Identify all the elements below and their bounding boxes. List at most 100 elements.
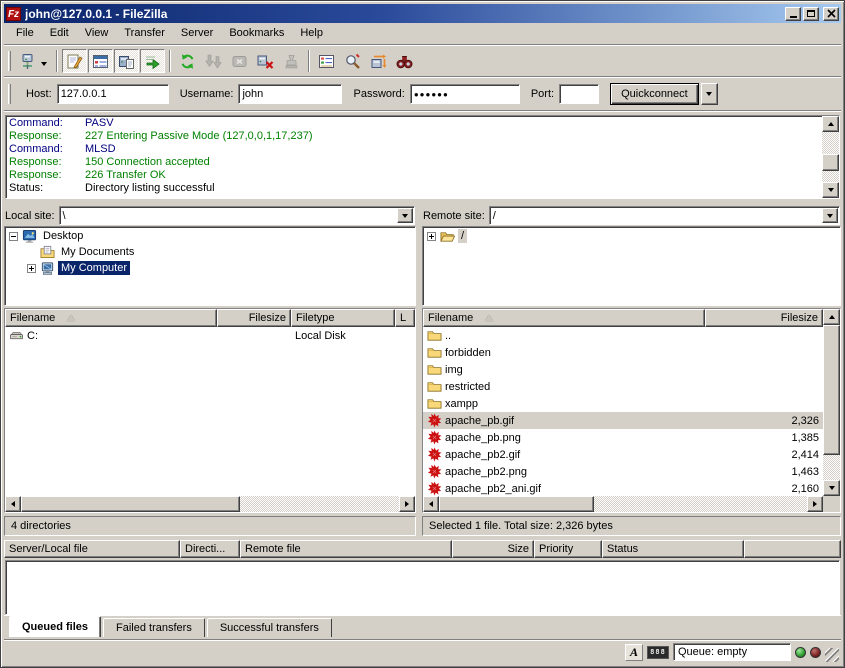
maximize-button[interactable] — [803, 7, 819, 21]
queue-body[interactable] — [5, 560, 840, 615]
window-title: john@127.0.0.1 - FileZilla — [25, 7, 785, 21]
resize-grip[interactable] — [825, 648, 839, 662]
scroll-down-button[interactable] — [823, 480, 840, 496]
file-row-apache-pb2-png[interactable]: apache_pb2.png1,463 — [423, 463, 823, 480]
scrollbar-thumb[interactable] — [21, 496, 240, 512]
close-button[interactable] — [823, 7, 839, 21]
menu-help[interactable]: Help — [292, 25, 331, 41]
column-header-filename[interactable]: Filename — [423, 309, 705, 327]
menu-bookmarks[interactable]: Bookmarks — [221, 25, 292, 41]
drive-icon — [9, 328, 24, 343]
file-row-restricted[interactable]: restricted — [423, 378, 823, 395]
local-site-dropdown-button[interactable] — [397, 208, 413, 223]
quickconnect-dropdown-button[interactable] — [701, 83, 718, 105]
file-row-item[interactable]: .. — [423, 327, 823, 344]
column-header-size[interactable]: Size — [452, 540, 534, 558]
file-row-img[interactable]: img — [423, 361, 823, 378]
toggle-message-log-button[interactable] — [62, 49, 87, 73]
column-header-filesize[interactable]: Filesize — [705, 309, 823, 327]
column-header-l[interactable]: L — [395, 309, 415, 327]
username-input[interactable] — [238, 84, 342, 104]
column-header-server-local-file[interactable]: Server/Local file — [4, 540, 180, 558]
menu-server[interactable]: Server — [173, 25, 221, 41]
tree-item-desktop[interactable]: Desktop — [5, 228, 415, 244]
verify-button[interactable] — [279, 49, 304, 73]
file-row-c[interactable]: C:Local Disk — [5, 327, 415, 344]
cancel-operation-button[interactable] — [227, 49, 252, 73]
plus-box-icon[interactable] — [427, 232, 436, 241]
column-header-filetype[interactable]: Filetype — [291, 309, 395, 327]
remote-site-dropdown-button[interactable] — [822, 208, 838, 223]
column-header-label: Size — [508, 543, 529, 555]
filter-button[interactable] — [314, 49, 339, 73]
scroll-down-button[interactable] — [822, 182, 839, 198]
file-row-apache-pb-gif[interactable]: apache_pb.gif2,326 — [423, 412, 823, 429]
synchronize-button[interactable] — [366, 49, 391, 73]
host-input[interactable] — [57, 84, 169, 104]
menu-edit[interactable]: Edit — [42, 25, 77, 41]
plus-box-icon[interactable] — [27, 264, 36, 273]
local-status-text: 4 directories — [4, 516, 416, 536]
compare-directories-button[interactable] — [392, 49, 417, 73]
scroll-left-button[interactable] — [5, 496, 21, 512]
file-row-apache-pb2-ani-gif[interactable]: apache_pb2_ani.gif2,160 — [423, 480, 823, 496]
scrollbar-thumb[interactable] — [823, 325, 840, 455]
file-row-apache-pb2-gif[interactable]: apache_pb2.gif2,414 — [423, 446, 823, 463]
column-header-remote-file[interactable]: Remote file — [240, 540, 452, 558]
site-manager-button[interactable] — [16, 49, 52, 73]
tab-failed-transfers[interactable]: Failed transfers — [103, 618, 205, 637]
chevron-down-icon[interactable] — [39, 54, 49, 69]
menu-transfer[interactable]: Transfer — [116, 25, 173, 41]
quickconnect-button[interactable]: Quickconnect — [610, 83, 699, 105]
password-input[interactable] — [410, 84, 520, 104]
tab-queued-files[interactable]: Queued files — [9, 616, 101, 637]
column-header-directi[interactable]: Directi... — [180, 540, 240, 558]
remote-vscrollbar[interactable] — [823, 309, 840, 496]
refresh-button[interactable] — [175, 49, 200, 73]
minimize-button[interactable] — [785, 7, 801, 21]
speed-limit-icon[interactable]: 888 — [647, 646, 669, 659]
scroll-up-button[interactable] — [822, 116, 839, 132]
scroll-up-button[interactable] — [823, 309, 840, 325]
minus-box-icon[interactable] — [9, 232, 18, 241]
column-header-status[interactable]: Status — [602, 540, 744, 558]
toolbar-grip[interactable] — [8, 51, 11, 71]
local-hscrollbar[interactable] — [5, 496, 415, 512]
scroll-right-button[interactable] — [399, 496, 415, 512]
port-label: Port: — [531, 88, 554, 100]
toggle-transfer-queue-button[interactable] — [140, 49, 165, 73]
remote-file-list-body[interactable]: ..forbiddenimgrestrictedxamppapache_pb.g… — [423, 327, 823, 496]
tree-item-item[interactable]: / — [423, 228, 840, 244]
remote-site-combobox[interactable]: / — [489, 206, 840, 225]
ascii-transfer-type-icon[interactable]: A — [625, 644, 643, 661]
menu-view[interactable]: View — [77, 25, 117, 41]
tree-item-my-documents[interactable]: My Documents — [5, 244, 415, 260]
column-header-filesize[interactable]: Filesize — [217, 309, 291, 327]
scroll-left-button[interactable] — [423, 496, 439, 512]
file-row-xampp[interactable]: xampp — [423, 395, 823, 412]
scrollbar-thumb[interactable] — [822, 154, 839, 171]
scroll-right-button[interactable] — [807, 496, 823, 512]
toggle-tree-view-button[interactable] — [88, 49, 113, 73]
log-scrollbar[interactable] — [822, 116, 839, 198]
column-header-filename[interactable]: Filename — [5, 309, 217, 327]
process-queue-button[interactable] — [201, 49, 226, 73]
disconnect-button[interactable] — [253, 49, 278, 73]
column-header-priority[interactable]: Priority — [534, 540, 602, 558]
scrollbar-thumb[interactable] — [439, 496, 594, 512]
tab-successful-transfers[interactable]: Successful transfers — [207, 618, 332, 637]
find-button[interactable] — [340, 49, 365, 73]
filesize-cell: 2,326 — [705, 415, 823, 427]
quickbar-grip[interactable] — [8, 84, 11, 104]
remote-hscrollbar[interactable] — [423, 496, 823, 512]
menu-file[interactable]: File — [8, 25, 42, 41]
log-line: Command:PASV — [9, 117, 819, 130]
port-input[interactable] — [559, 84, 599, 104]
file-row-forbidden[interactable]: forbidden — [423, 344, 823, 361]
local-site-combobox[interactable]: \ — [59, 206, 415, 225]
tree-item-my-computer[interactable]: My Computer — [5, 260, 415, 276]
local-file-list-body[interactable]: C:Local Disk — [5, 327, 415, 496]
titlebar[interactable]: Fz john@127.0.0.1 - FileZilla — [4, 4, 841, 23]
file-row-apache-pb-png[interactable]: apache_pb.png1,385 — [423, 429, 823, 446]
toggle-remote-view-button[interactable] — [114, 49, 139, 73]
